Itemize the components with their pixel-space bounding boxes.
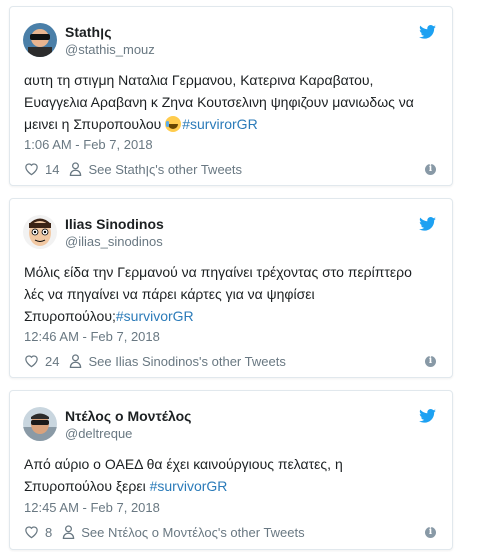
tweet-text: Από αύριο ο ΟΑΕΔ θα έχει καινούργιους πε… xyxy=(24,453,434,497)
tweet-card[interactable]: Ilias Sinodinos @ilias_sinodinos Μόλις ε… xyxy=(9,198,453,378)
other-tweets-link[interactable]: See Ilias Sinodinos's other Tweets xyxy=(88,354,285,369)
hashtag-link[interactable]: #survirorGR xyxy=(182,116,257,132)
info-icon[interactable]: i xyxy=(425,526,436,538)
author-handle[interactable]: @deltreque xyxy=(65,426,132,441)
tweet-timestamp[interactable]: 12:46 AM - Feb 7, 2018 xyxy=(24,329,160,344)
avatar[interactable] xyxy=(23,215,57,249)
heart-icon[interactable] xyxy=(24,525,39,539)
tweet-card[interactable]: Ντέλος ο Μοντέλος @deltreque Από αύριο ο… xyxy=(9,390,453,550)
tweet-text: αυτη τη στιγμη Ναταλια Γερμανου, Κατεριν… xyxy=(24,69,434,135)
tweet-actions: 8 See Ντέλος ο Μοντέλος's other Tweets i xyxy=(24,523,436,541)
tweet-actions: 24 See Ilias Sinodinos's other Tweets i xyxy=(24,352,436,370)
person-icon xyxy=(70,354,82,368)
twitter-bird-icon[interactable] xyxy=(419,217,436,231)
other-tweets-link[interactable]: See Ντέλος ο Μοντέλος's other Tweets xyxy=(81,525,304,540)
author-handle[interactable]: @ilias_sinodinos xyxy=(65,234,163,249)
tweet-card[interactable]: Stathןς @stathis_mouz αυτη τη στιγμη Νατ… xyxy=(9,6,453,186)
heart-icon[interactable] xyxy=(24,162,39,176)
person-icon xyxy=(63,525,75,539)
heart-icon[interactable] xyxy=(24,354,39,368)
hashtag-link[interactable]: #survivorGR xyxy=(116,308,194,324)
author-name[interactable]: Stathןς xyxy=(65,24,112,40)
tweet-timestamp[interactable]: 1:06 AM - Feb 7, 2018 xyxy=(24,137,153,152)
info-icon[interactable]: i xyxy=(425,163,436,175)
like-count[interactable]: 8 xyxy=(45,525,52,540)
twitter-bird-icon[interactable] xyxy=(419,25,436,39)
tweet-timestamp[interactable]: 12:45 AM - Feb 7, 2018 xyxy=(24,500,160,515)
tweet-actions: 14 See Stathןς's other Tweets i xyxy=(24,160,436,178)
like-count[interactable]: 14 xyxy=(45,162,59,177)
hashtag-link[interactable]: #survivorGR xyxy=(150,478,228,494)
avatar[interactable] xyxy=(23,407,57,441)
tweet-body: Μόλις είδα την Γερμανού να πηγαίνει τρέχ… xyxy=(24,264,412,324)
avatar[interactable] xyxy=(23,23,57,57)
author-handle[interactable]: @stathis_mouz xyxy=(65,42,155,57)
tears-of-joy-emoji-icon xyxy=(165,116,182,132)
tweet-text: Μόλις είδα την Γερμανού να πηγαίνει τρέχ… xyxy=(24,261,434,327)
other-tweets-link[interactable]: See Stathןς's other Tweets xyxy=(88,162,242,177)
twitter-bird-icon[interactable] xyxy=(419,409,436,423)
info-icon[interactable]: i xyxy=(425,355,436,367)
author-name[interactable]: Ilias Sinodinos xyxy=(65,216,164,232)
author-name[interactable]: Ντέλος ο Μοντέλος xyxy=(65,408,191,424)
person-icon xyxy=(70,162,82,176)
like-count[interactable]: 24 xyxy=(45,354,59,369)
